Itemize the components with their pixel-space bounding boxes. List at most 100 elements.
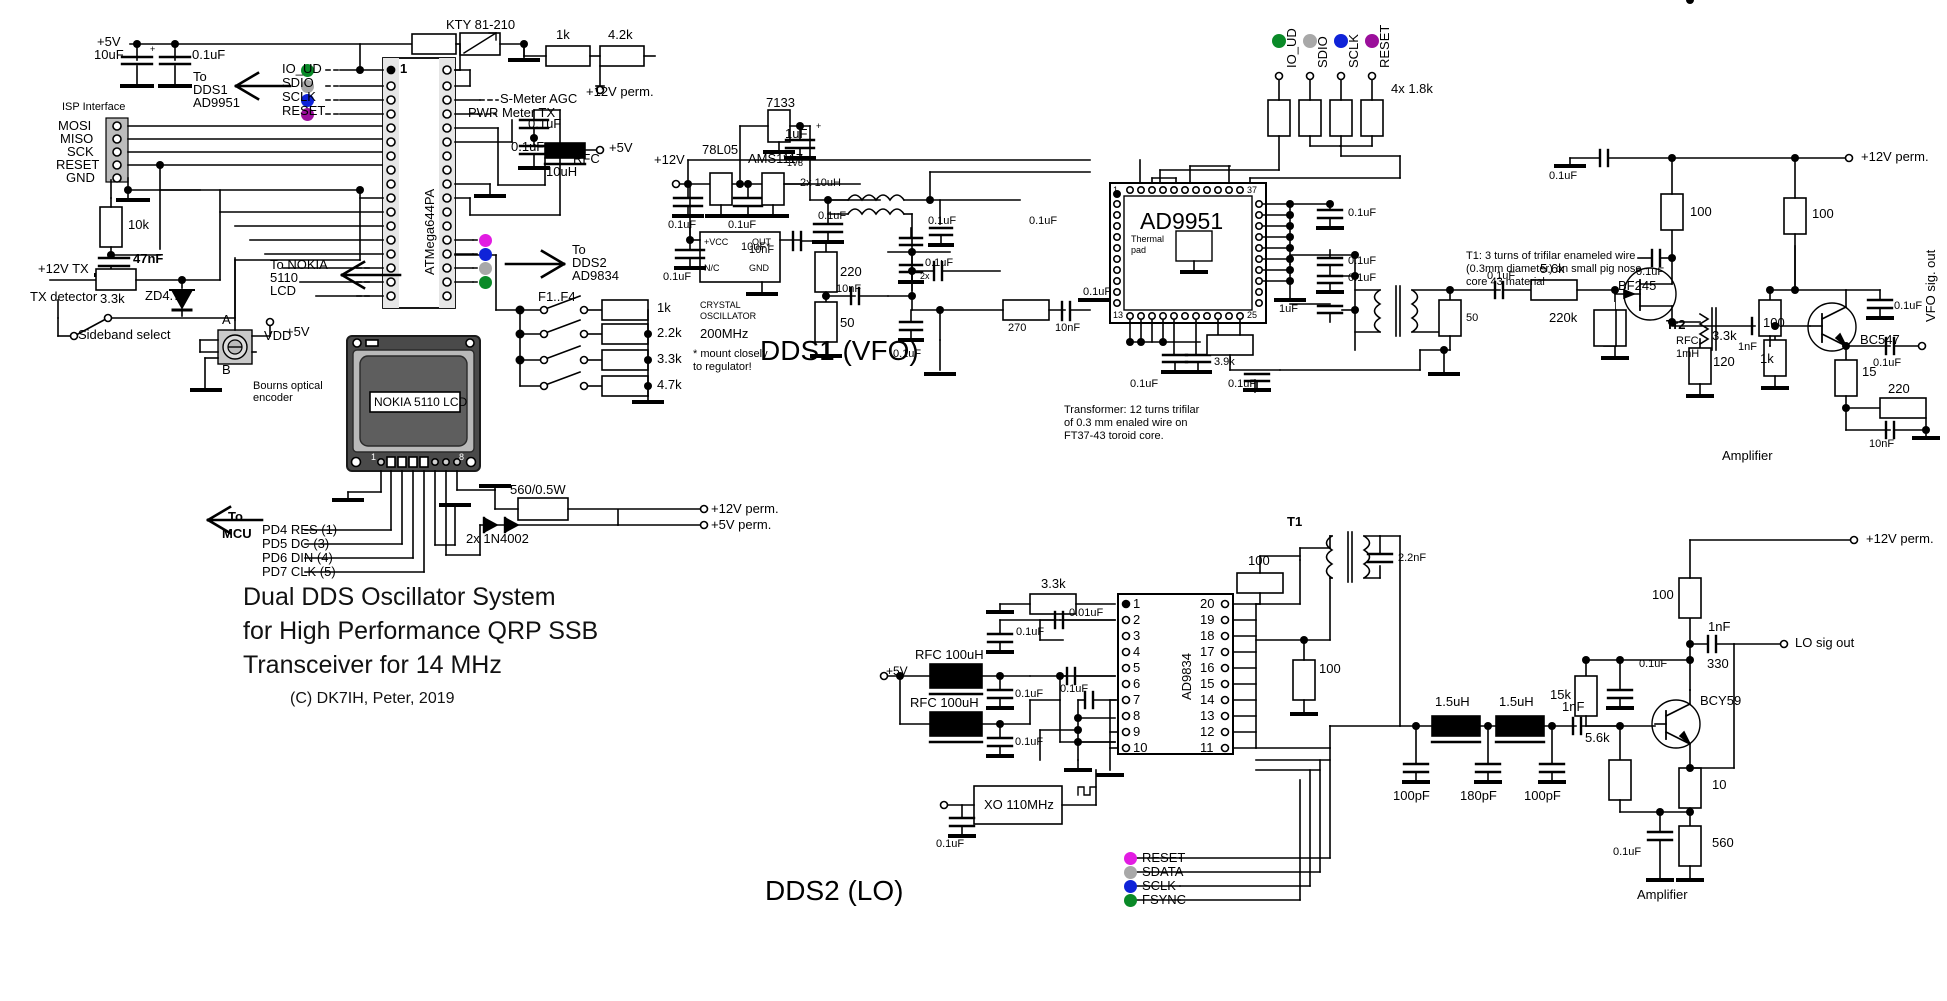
lcd-resistor-label: 560/0.5W xyxy=(510,482,566,497)
zener-label: ZD4.7 xyxy=(145,288,181,303)
dds2-cap-22nf: 2.2nF xyxy=(1398,552,1427,564)
dds1-cap-01uf-i: 0.1uF xyxy=(1083,286,1112,298)
vfo-out-label: VFO sig. out xyxy=(1923,249,1938,322)
dds2-rail-5v: +5V xyxy=(886,664,908,678)
dds2-cap-001uf: 0.01uF xyxy=(1069,607,1104,619)
vfo-res-100-a: 100 xyxy=(1690,204,1712,219)
dds1-res-220: 220 xyxy=(840,264,862,279)
rail-12v-tx-label: +12V TX xyxy=(38,261,89,276)
dds1-note-mount-2: to regulator! xyxy=(693,361,752,373)
dds1-cap-1uf-bot: 0.1uF xyxy=(1228,378,1257,390)
dds2-pin-11: 11 xyxy=(1200,740,1214,755)
res-1k-label: 1k xyxy=(556,27,570,42)
dds1-cap-01uf-j: 0.1uF xyxy=(1348,207,1377,219)
to-mcu-line1: To xyxy=(228,509,243,524)
dds1-xo-title-1: CRYSTAL xyxy=(700,300,741,310)
vfo-res-220k: 220k xyxy=(1549,310,1578,325)
lo-rail-12v: +12V perm. xyxy=(1866,531,1934,546)
dds2-pin-14: 14 xyxy=(1200,692,1215,707)
lo-out-label: LO sig out xyxy=(1795,635,1855,650)
dds1-xo-freq: 200MHz xyxy=(700,326,749,341)
dds2-pin-19: 19 xyxy=(1200,612,1215,627)
dds1-reg-78l05: 78L05 xyxy=(702,142,739,157)
dds2-bus-dot-sdata xyxy=(1124,866,1137,879)
dds1-reg-out-1v8: 1V8 xyxy=(787,158,804,168)
fkeys-label: F1..F4 xyxy=(538,289,576,304)
copyright-line: (C) DK7IH, Peter, 2019 xyxy=(290,690,455,707)
dds2-t1-note-2: of 0.3 mm enaled wire on xyxy=(1064,417,1188,429)
isp-interface-title: ISP Interface xyxy=(62,101,126,113)
dds1-xo-pin-out: OUT xyxy=(752,237,771,247)
vfo-cap-1nf: 1nF xyxy=(1738,341,1757,353)
lcd-screen-text: NOKIA 5110 LCD xyxy=(374,395,468,409)
lo-amp-title: Amplifier xyxy=(1637,887,1688,902)
lcd-rail-12v: +12V perm. xyxy=(711,501,779,516)
lcd-pin-first: 1 xyxy=(371,452,377,462)
bus-dot-dds2-reset xyxy=(479,234,492,247)
dds2-xo-label: XO 110MHz xyxy=(984,797,1054,812)
dds1-bus-label-sclk: SCLK xyxy=(1346,34,1361,68)
dds1-bus-res-label: 4x 1.8k xyxy=(1391,81,1433,96)
dds2-cap-01uf-a: 0.1uF xyxy=(1015,688,1044,700)
dds2-pin-2: 2 xyxy=(1133,612,1141,627)
bus-label-reset: RESET xyxy=(282,103,326,118)
dds1-cap-1uf-top: 1uF xyxy=(785,126,808,141)
dds2-cap-01uf-d: 0.1uF xyxy=(1060,683,1089,695)
lo-res-56k: 5.6k xyxy=(1585,730,1610,745)
dds1-xo-pin-gnd: GND xyxy=(749,263,769,273)
dds2-bus-label-fsync: FSYNC xyxy=(1142,892,1187,907)
dds2-cap-100pf-b: 100pF xyxy=(1524,788,1561,803)
dds2-pin-7: 7 xyxy=(1133,692,1141,707)
encoder-pin-a: A xyxy=(222,312,231,327)
dds1-pin-25: 25 xyxy=(1247,310,1258,320)
dds2-pin-18: 18 xyxy=(1200,628,1215,643)
lo-res-10: 10 xyxy=(1712,777,1727,792)
dds2-pin-15: 15 xyxy=(1200,676,1215,691)
dds2-bus-dot-fsync xyxy=(1124,894,1137,907)
cap-47nf-label: 47nF xyxy=(133,251,164,266)
dds1-bus-label-reset: RESET xyxy=(1377,24,1392,68)
dds2-t1-note-3: FT37-43 toroid core. xyxy=(1064,430,1164,442)
dds1-res-50: 50 xyxy=(840,315,855,330)
vfo-cap-10nf: 10nF xyxy=(1869,438,1895,450)
polarity-plus: + xyxy=(150,44,156,54)
dds2-res-100-a: 100 xyxy=(1248,553,1270,568)
to-dds1-line3: AD9951 xyxy=(193,95,240,110)
cap-01uf-mcu-a: 0.1uF xyxy=(528,116,562,131)
encoder-pin-b: B xyxy=(222,362,231,377)
dds2-cap-180pf: 180pF xyxy=(1460,788,1497,803)
dds1-cap-1uf-plus: + xyxy=(816,121,822,131)
bus-dot-dds2-sdata xyxy=(479,262,492,275)
dds2-pin-17: 17 xyxy=(1200,644,1215,659)
title-line-2: for High Performance QRP SSB xyxy=(243,617,599,645)
dds1-cap-01uf-m: 1uF xyxy=(1279,303,1298,315)
dds1-xo-pin-vcc: +VCC xyxy=(704,237,729,247)
vfo-rfc-value: 1mH xyxy=(1676,348,1700,360)
dds2-pin-13: 13 xyxy=(1200,708,1215,723)
vfo-cap-01uf-c: 0.1uF xyxy=(1894,300,1923,312)
dds1-cap-01uf-c: 0.1uF xyxy=(663,271,692,283)
dds1-chokes-label: 2x 10uH xyxy=(800,177,841,189)
dds1-xo-title-2: OSCILLATOR xyxy=(700,311,757,321)
dds1-thermal-pad-1: Thermal xyxy=(1131,234,1165,244)
fkey-res-33k: 3.3k xyxy=(657,351,682,366)
vfo-rfc-label: RFC xyxy=(1676,335,1699,347)
vfo-amp-title: Amplifier xyxy=(1722,448,1773,463)
vfo-rail-12v: +12V perm. xyxy=(1861,149,1929,164)
dds2-pin-6: 6 xyxy=(1133,676,1141,691)
dds1-res-50-b: 50 xyxy=(1466,312,1479,324)
to-lcd-line3: LCD xyxy=(270,283,297,298)
lcd-rail-5v: +5V perm. xyxy=(711,517,772,532)
mcu-pin1-label: 1 xyxy=(400,61,408,76)
vfo-res-33k: 3.3k xyxy=(1712,328,1737,343)
dds1-res-39k: 3.9k xyxy=(1214,356,1235,368)
dds2-pin-3: 3 xyxy=(1133,628,1141,643)
cap-01uf-mcu-b: 0.1uF xyxy=(511,139,545,154)
dds1-rail-12v: +12V xyxy=(654,152,685,167)
dds1-cap-01uf-h: 0.1uF xyxy=(1029,215,1058,227)
dds2-cap-100pf-a: 100pF xyxy=(1393,788,1430,803)
encoder-name-line1: Bourns optical xyxy=(253,380,323,392)
dds1-cap-01uf-e: 0.1uF xyxy=(928,215,957,227)
dds1-cap-01uf-b: 0.1uF xyxy=(728,219,757,231)
dds2-bus-dot-reset xyxy=(1124,852,1137,865)
